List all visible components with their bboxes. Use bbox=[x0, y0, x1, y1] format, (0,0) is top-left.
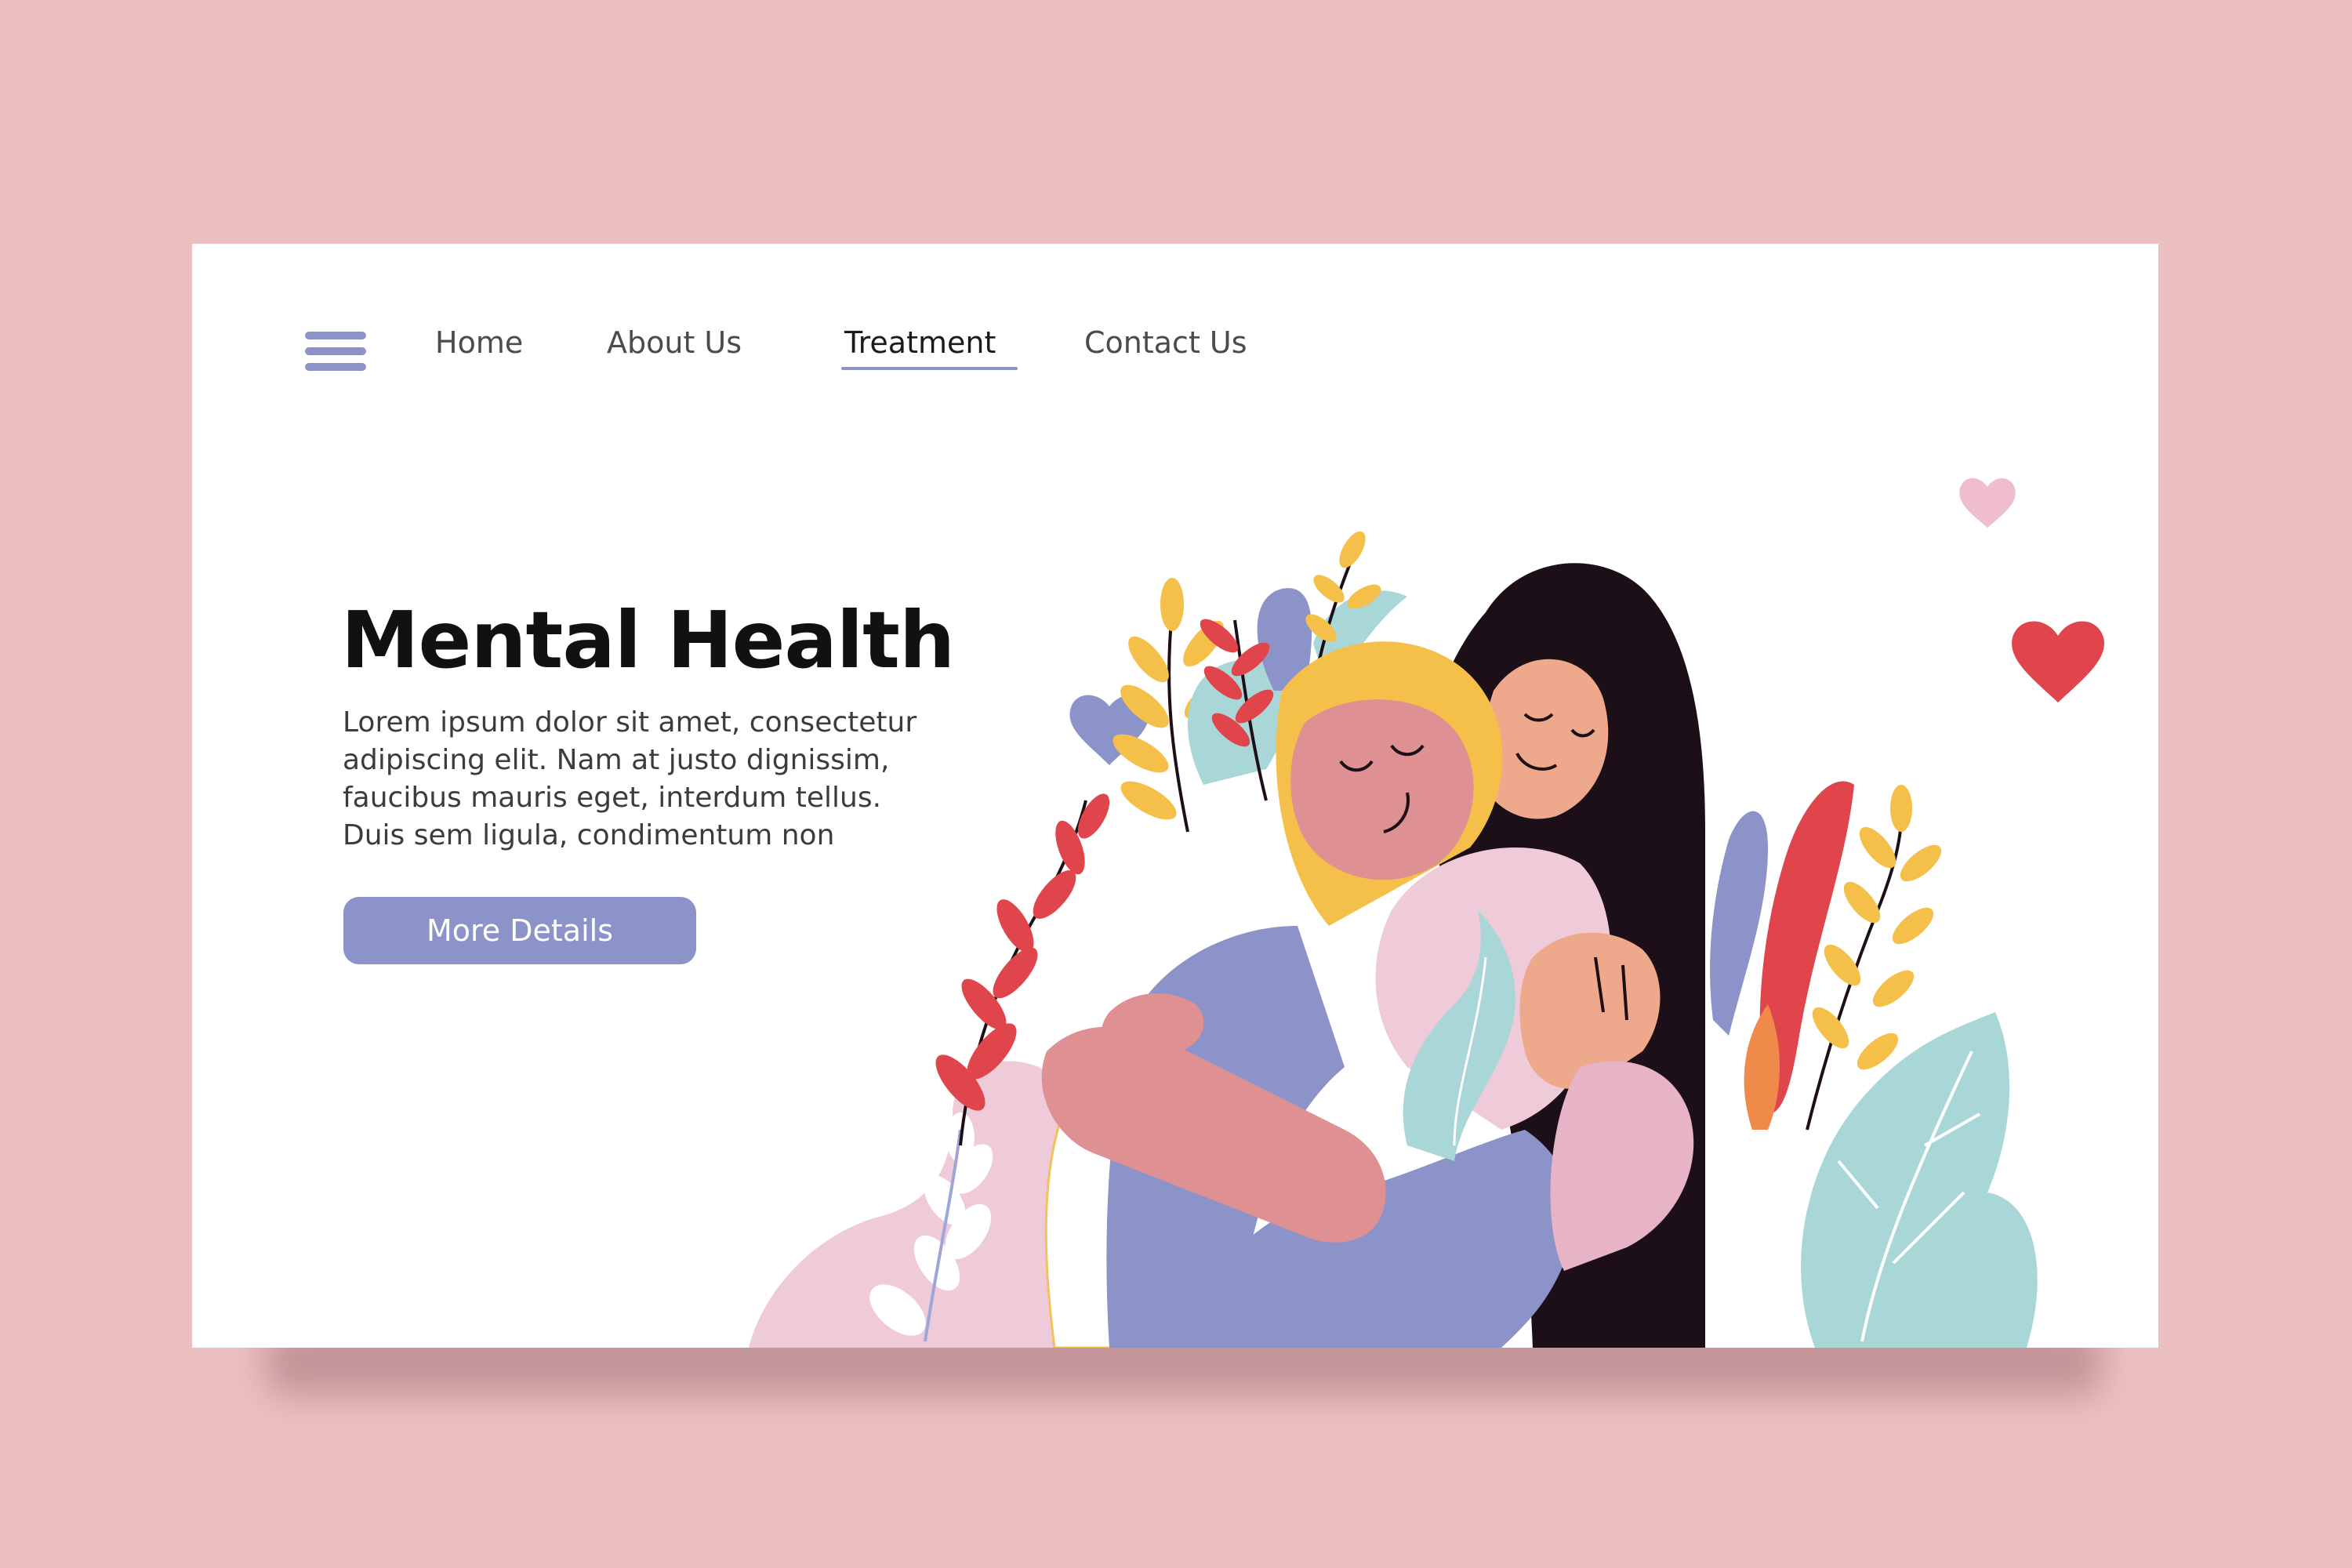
hamburger-menu-icon[interactable] bbox=[305, 332, 366, 372]
menu-line bbox=[305, 332, 366, 339]
nav-contact-us-link[interactable]: Contact Us bbox=[1084, 325, 1247, 360]
heart-icon-red bbox=[2012, 621, 2104, 702]
lavender-tall-leaf bbox=[1710, 811, 1768, 1036]
more-details-button[interactable]: More Details bbox=[343, 897, 696, 964]
yellow-branch-stem bbox=[1167, 612, 1189, 833]
nav-home-link[interactable]: Home bbox=[435, 325, 523, 360]
man-face bbox=[1290, 699, 1474, 880]
nav-treatment-link[interactable]: Treatment bbox=[844, 325, 996, 360]
landing-page-card: Home About Us Treatment Contact Us Menta… bbox=[192, 244, 2158, 1348]
heart-icon-pink bbox=[1959, 477, 2016, 528]
two-people-hugging-illustration bbox=[749, 477, 2104, 1348]
menu-line bbox=[305, 363, 366, 371]
teal-big-leaf bbox=[1801, 1012, 2038, 1348]
nav-about-us-link[interactable]: About Us bbox=[607, 325, 742, 360]
menu-line bbox=[305, 347, 366, 355]
